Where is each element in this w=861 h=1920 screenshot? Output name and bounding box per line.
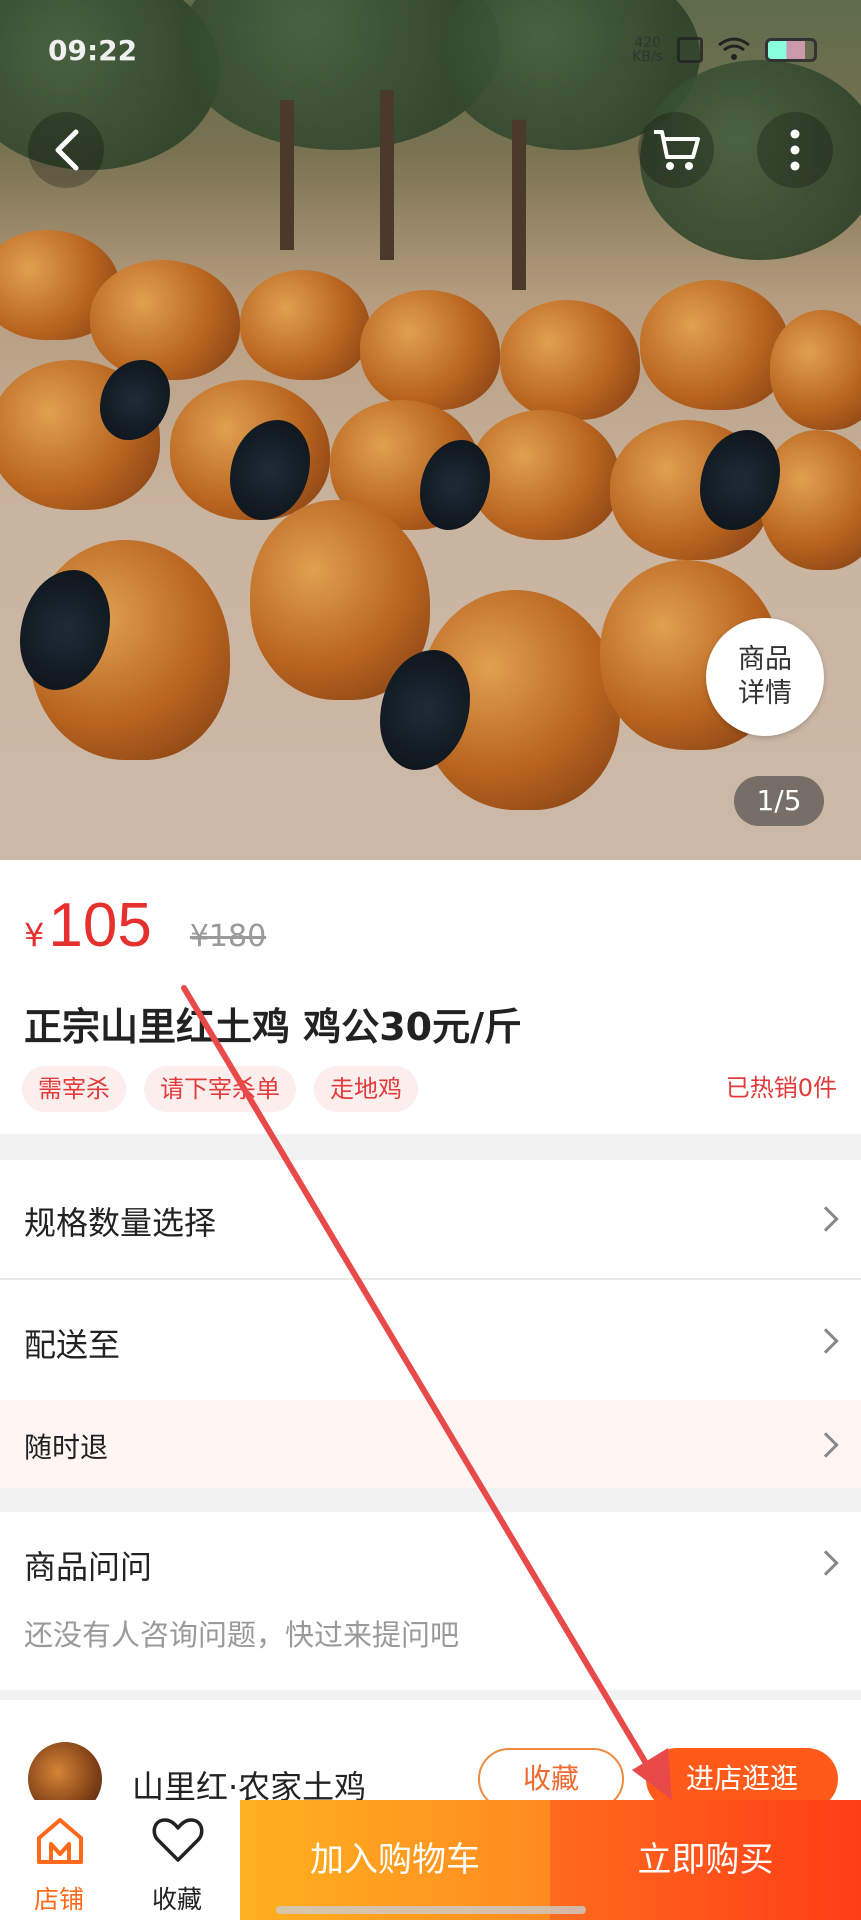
price-row: ¥ 105 ¥180 <box>24 890 266 961</box>
network-speed: 420 KB/s <box>632 35 663 65</box>
spec-quantity-row[interactable]: 规格数量选择 <box>0 1160 861 1278</box>
home-indicator <box>276 1906 586 1914</box>
detail-badge-line1: 商品 <box>738 644 792 675</box>
tree-trunk <box>280 100 294 250</box>
status-bar: 09:22 420 KB/s <box>0 0 861 90</box>
store-tab-button[interactable]: 店铺 <box>0 1800 118 1920</box>
sold-count: 已热销0件 <box>725 1074 837 1102</box>
tree-trunk <box>512 120 526 290</box>
product-image[interactable]: 09:22 420 KB/s 商品 详情 1/5 <box>0 0 861 860</box>
return-policy-row[interactable]: 随时退 <box>0 1400 861 1488</box>
product-qa-section[interactable]: 商品问问 还没有人咨询问题，快过来提问吧 <box>0 1512 861 1690</box>
more-button[interactable] <box>757 112 833 188</box>
cart-icon <box>654 130 700 170</box>
product-detail-button[interactable]: 商品 详情 <box>706 618 824 736</box>
chicken-shape <box>90 260 240 380</box>
buy-now-button[interactable]: 立即购买 <box>550 1800 861 1920</box>
chevron-right-icon <box>813 1328 839 1354</box>
chevron-right-icon <box>813 1206 839 1232</box>
price-currency: ¥ <box>24 916 45 954</box>
bottom-action-bar: 店铺 收藏 加入购物车 立即购买 <box>0 1800 861 1920</box>
favorite-tab-label: 收藏 <box>151 1885 202 1914</box>
chicken-shape <box>500 300 640 420</box>
store-icon <box>37 1818 83 1864</box>
shop-row: 山里红·农家土鸡 收藏 进店逛逛 <box>0 1700 861 1816</box>
chicken-shape <box>360 290 500 410</box>
chicken-shape <box>470 410 620 540</box>
back-icon <box>55 129 79 171</box>
back-button[interactable] <box>28 112 104 188</box>
product-tag: 走地鸡 <box>314 1066 418 1112</box>
product-info-card: ¥ 105 ¥180 正宗山里红土鸡 鸡公30元/斤 需宰杀 请下宰杀单 走地鸡… <box>0 860 861 1134</box>
store-tab-label: 店铺 <box>33 1885 84 1914</box>
qa-title: 商品问问 <box>24 1548 153 1586</box>
delivery-row[interactable]: 配送至 <box>0 1280 861 1400</box>
cart-button[interactable] <box>638 112 714 188</box>
heart-icon <box>152 1818 204 1862</box>
product-tags: 需宰杀 请下宰杀单 走地鸡 <box>22 1066 418 1112</box>
chicken-shape <box>640 280 790 410</box>
status-time: 09:22 <box>48 34 138 67</box>
battery-icon <box>765 38 817 62</box>
product-tag: 请下宰杀单 <box>144 1066 296 1112</box>
image-page-indicator: 1/5 <box>734 776 824 826</box>
detail-badge-line2: 详情 <box>738 678 792 709</box>
chevron-right-icon <box>813 1550 839 1576</box>
spec-quantity-label: 规格数量选择 <box>24 1204 217 1242</box>
chevron-right-icon <box>813 1432 839 1458</box>
chicken-shape <box>770 310 861 430</box>
tree-trunk <box>380 90 394 260</box>
chicken-shape <box>240 270 370 380</box>
return-policy-label: 随时退 <box>24 1431 109 1464</box>
sim-icon <box>677 37 703 63</box>
status-icons: 420 KB/s <box>632 36 817 64</box>
add-to-cart-button[interactable]: 加入购物车 <box>240 1800 550 1920</box>
delivery-label: 配送至 <box>24 1326 121 1364</box>
favorite-tab-button[interactable]: 收藏 <box>118 1800 236 1920</box>
current-price: 105 <box>48 891 152 960</box>
qa-empty-text: 还没有人咨询问题，快过来提问吧 <box>24 1618 460 1652</box>
product-title: 正宗山里红土鸡 鸡公30元/斤 <box>24 1005 522 1049</box>
wifi-icon <box>718 37 750 60</box>
product-tag: 需宰杀 <box>22 1066 126 1112</box>
original-price: ¥180 <box>189 919 267 954</box>
more-icon <box>790 129 800 171</box>
